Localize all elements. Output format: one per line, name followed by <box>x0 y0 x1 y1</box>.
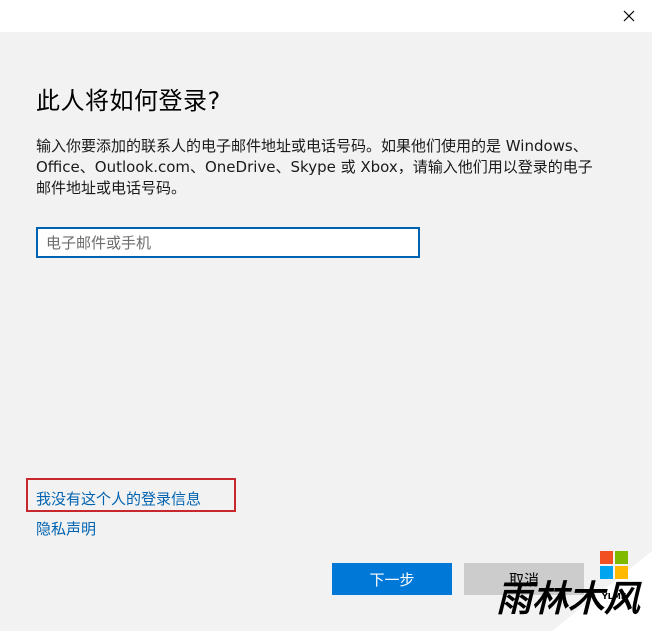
description-line: 邮件地址或电话号码。 <box>36 179 187 197</box>
title-bar <box>0 0 652 32</box>
no-signin-info-link[interactable]: 我没有这个人的登录信息 <box>36 489 201 509</box>
add-user-dialog: 此人将如何登录? 输入你要添加的联系人的电子邮件地址或电话号码。如果他们使用的是… <box>0 0 652 631</box>
next-button[interactable]: 下一步 <box>332 563 452 595</box>
watermark-logo: 雨林木风 YLMF <box>492 551 652 631</box>
watermark-subtext: YLMF <box>601 592 626 601</box>
privacy-statement-link[interactable]: 隐私声明 <box>36 519 96 539</box>
page-title: 此人将如何登录? <box>36 87 221 115</box>
close-button[interactable] <box>606 0 652 32</box>
description-line: 输入你要添加的联系人的电子邮件地址或电话号码。如果他们使用的是 Windows、 <box>36 137 588 155</box>
description-text: 输入你要添加的联系人的电子邮件地址或电话号码。如果他们使用的是 Windows、… <box>36 136 606 199</box>
email-or-phone-input[interactable] <box>36 227 420 258</box>
close-icon <box>623 7 635 26</box>
description-line: Office、Outlook.com、OneDrive、Skype 或 Xbox… <box>36 158 593 176</box>
